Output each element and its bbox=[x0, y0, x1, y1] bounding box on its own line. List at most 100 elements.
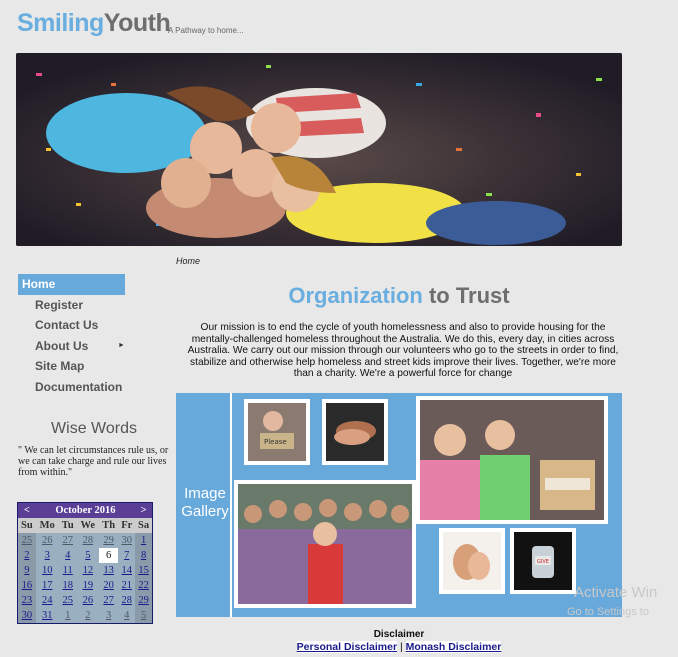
calendar-day-link[interactable]: 4 bbox=[124, 610, 129, 621]
calendar-day[interactable]: 23 bbox=[18, 593, 36, 608]
calendar-day[interactable]: 20 bbox=[98, 578, 119, 593]
calendar-day[interactable]: 30 bbox=[18, 608, 36, 623]
calendar-day[interactable]: 16 bbox=[18, 578, 36, 593]
calendar-day[interactable]: 19 bbox=[76, 578, 99, 593]
calendar-day-link[interactable]: 22 bbox=[138, 580, 149, 591]
calendar-day-link[interactable]: 2 bbox=[24, 550, 29, 561]
calendar-day[interactable]: 25 bbox=[58, 593, 77, 608]
calendar-day-link[interactable]: 15 bbox=[138, 565, 149, 576]
calendar-day-link[interactable]: 5 bbox=[141, 610, 146, 621]
calendar-day[interactable]: 2 bbox=[76, 608, 99, 623]
nav-item-register[interactable]: Register bbox=[18, 295, 158, 316]
calendar-day-link[interactable]: 30 bbox=[22, 610, 33, 621]
calendar-day[interactable]: 11 bbox=[58, 563, 77, 578]
calendar-day-link[interactable]: 19 bbox=[83, 580, 94, 591]
calendar-day[interactable]: 5 bbox=[76, 548, 99, 563]
monash-disclaimer-link[interactable]: Monash Disclaimer bbox=[405, 641, 502, 653]
calendar-day-link[interactable]: 3 bbox=[106, 610, 111, 621]
calendar-day[interactable]: 14 bbox=[118, 563, 136, 578]
calendar-day-link[interactable]: 26 bbox=[42, 535, 53, 546]
calendar-day-link[interactable]: 29 bbox=[138, 595, 149, 606]
calendar-day[interactable]: 26 bbox=[35, 533, 59, 548]
nav-item-contact-us[interactable]: Contact Us bbox=[18, 315, 158, 336]
calendar-day[interactable]: 13 bbox=[98, 563, 119, 578]
calendar-day-link[interactable]: 5 bbox=[85, 550, 90, 561]
calendar-day-link[interactable]: 23 bbox=[22, 595, 33, 606]
calendar-day-link[interactable]: 8 bbox=[141, 550, 146, 561]
calendar-day[interactable]: 29 bbox=[135, 593, 152, 608]
calendar-day[interactable]: 25 bbox=[18, 533, 36, 548]
personal-disclaimer-link[interactable]: Personal Disclaimer bbox=[296, 641, 398, 653]
calendar-day[interactable]: 26 bbox=[76, 593, 99, 608]
calendar-day[interactable]: 1 bbox=[58, 608, 77, 623]
calendar-day-link[interactable]: 25 bbox=[22, 535, 33, 546]
calendar-day-link[interactable]: 9 bbox=[24, 565, 29, 576]
calendar-day[interactable]: 21 bbox=[118, 578, 136, 593]
calendar-day-link[interactable]: 3 bbox=[45, 550, 50, 561]
calendar-day[interactable]: 9 bbox=[18, 563, 36, 578]
calendar-day-link[interactable]: 17 bbox=[42, 580, 53, 591]
calendar-day[interactable]: 12 bbox=[76, 563, 99, 578]
calendar-day-link[interactable]: 28 bbox=[83, 535, 94, 546]
calendar-day-link[interactable]: 26 bbox=[83, 595, 94, 606]
gallery-photo-group[interactable] bbox=[234, 480, 416, 608]
nav-item-home[interactable]: Home bbox=[18, 274, 125, 295]
calendar-day-link[interactable]: 2 bbox=[85, 610, 90, 621]
gallery-photo-sign[interactable]: Please bbox=[244, 399, 310, 465]
calendar-day-link[interactable]: 21 bbox=[121, 580, 132, 591]
calendar-day[interactable]: 28 bbox=[76, 533, 99, 548]
gallery-photo-child-hands[interactable] bbox=[439, 528, 505, 594]
calendar-day[interactable]: 3 bbox=[35, 548, 59, 563]
calendar-day[interactable]: 28 bbox=[118, 593, 136, 608]
calendar-day-link[interactable]: 30 bbox=[121, 535, 132, 546]
calendar-day-link[interactable]: 14 bbox=[121, 565, 132, 576]
calendar-day[interactable]: 7 bbox=[118, 548, 136, 563]
calendar-day[interactable]: 4 bbox=[118, 608, 136, 623]
calendar-day-link[interactable]: 12 bbox=[83, 565, 94, 576]
calendar-next-button[interactable]: > bbox=[135, 503, 152, 518]
breadcrumb[interactable]: Home bbox=[176, 256, 200, 266]
calendar-day-link[interactable]: 29 bbox=[103, 535, 114, 546]
calendar-day-link[interactable]: 27 bbox=[62, 535, 73, 546]
calendar-day[interactable]: 27 bbox=[58, 533, 77, 548]
nav-item-about-us[interactable]: About Us ► bbox=[18, 336, 158, 357]
calendar-day[interactable]: 5 bbox=[135, 608, 152, 623]
calendar-day-link[interactable]: 28 bbox=[121, 595, 132, 606]
calendar-day-link[interactable]: 31 bbox=[42, 610, 53, 621]
calendar-day[interactable]: 31 bbox=[35, 608, 59, 623]
calendar-day-link[interactable]: 27 bbox=[103, 595, 114, 606]
calendar-day-link[interactable]: 18 bbox=[62, 580, 73, 591]
calendar-day[interactable]: 17 bbox=[35, 578, 59, 593]
calendar-day-link[interactable]: 6 bbox=[106, 550, 111, 561]
calendar-day-link[interactable]: 25 bbox=[62, 595, 73, 606]
calendar-day[interactable]: 8 bbox=[135, 548, 152, 563]
calendar-day[interactable]: 10 bbox=[35, 563, 59, 578]
calendar-day[interactable]: 15 bbox=[135, 563, 152, 578]
calendar-day-link[interactable]: 20 bbox=[103, 580, 114, 591]
calendar-day-today[interactable]: 6 bbox=[98, 548, 119, 563]
calendar-day[interactable]: 27 bbox=[98, 593, 119, 608]
calendar-day[interactable]: 2 bbox=[18, 548, 36, 563]
calendar-day[interactable]: 1 bbox=[135, 533, 152, 548]
gallery-photo-donations[interactable] bbox=[416, 396, 608, 524]
site-logo[interactable]: SmilingYouth bbox=[17, 9, 171, 38]
nav-item-documentation[interactable]: Documentation bbox=[18, 377, 158, 398]
calendar-day-link[interactable]: 1 bbox=[141, 535, 146, 546]
gallery-photo-give-jar[interactable]: GIVE bbox=[510, 528, 576, 594]
nav-item-site-map[interactable]: Site Map bbox=[18, 356, 158, 377]
calendar-day[interactable]: 30 bbox=[118, 533, 136, 548]
calendar-day-link[interactable]: 4 bbox=[65, 550, 70, 561]
calendar-prev-button[interactable]: < bbox=[18, 503, 36, 518]
calendar-day[interactable]: 29 bbox=[98, 533, 119, 548]
calendar-day[interactable]: 24 bbox=[35, 593, 59, 608]
calendar-day[interactable]: 4 bbox=[58, 548, 77, 563]
calendar-day[interactable]: 18 bbox=[58, 578, 77, 593]
calendar-day[interactable]: 3 bbox=[98, 608, 119, 623]
calendar-day-link[interactable]: 1 bbox=[65, 610, 70, 621]
calendar-day-link[interactable]: 7 bbox=[124, 550, 129, 561]
calendar-day-link[interactable]: 24 bbox=[42, 595, 53, 606]
gallery-photo-hands[interactable] bbox=[322, 399, 388, 465]
calendar-day-link[interactable]: 11 bbox=[63, 565, 73, 576]
calendar-day-link[interactable]: 13 bbox=[103, 565, 114, 576]
calendar-day-link[interactable]: 10 bbox=[42, 565, 53, 576]
